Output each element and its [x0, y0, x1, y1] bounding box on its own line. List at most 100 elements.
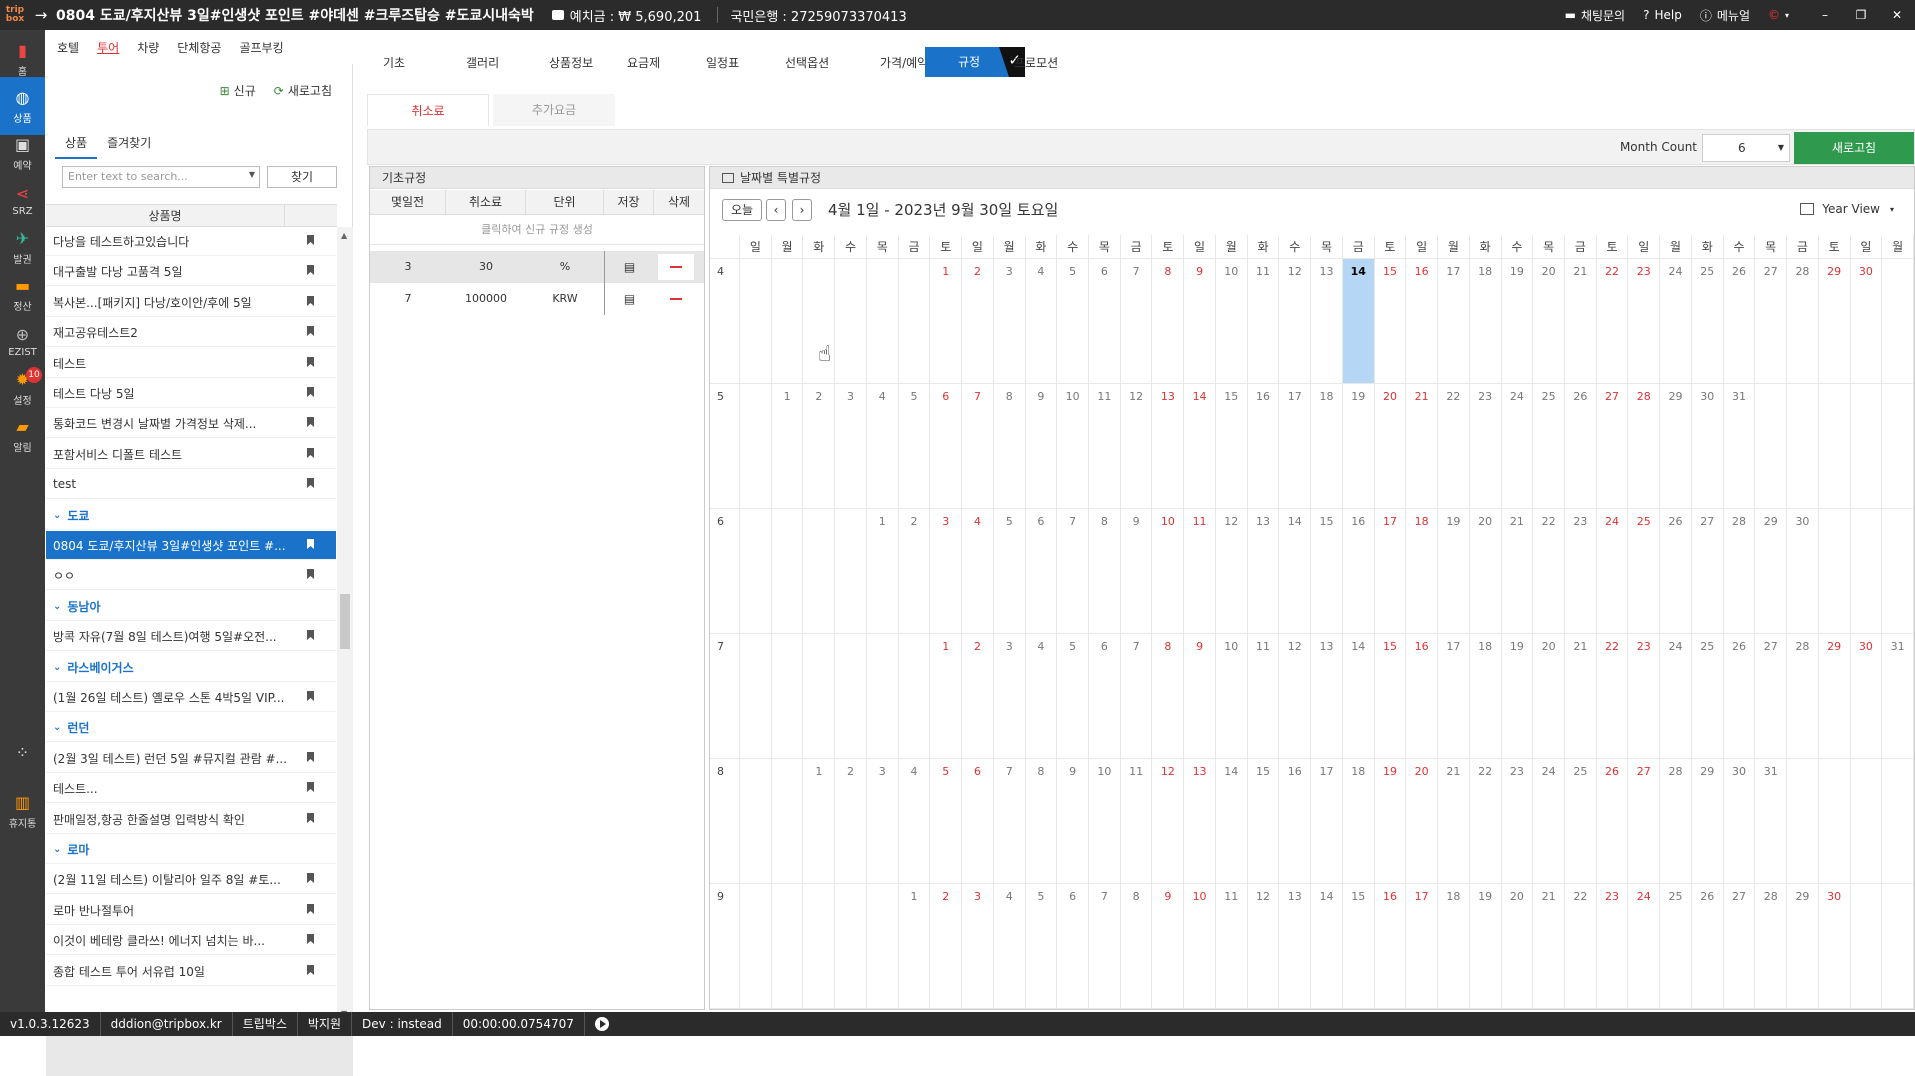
calendar-day[interactable]: 22: [1596, 634, 1629, 759]
delete-icon[interactable]: [670, 266, 682, 268]
calendar-day[interactable]: 28: [1723, 509, 1756, 634]
calendar-day[interactable]: 2: [962, 634, 994, 759]
calendar-day[interactable]: 13: [1279, 884, 1312, 1009]
calendar-day[interactable]: 26: [1723, 634, 1756, 759]
calendar-day[interactable]: 25: [1533, 384, 1565, 509]
list-item[interactable]: 포함서비스 디폴트 테스트: [46, 440, 336, 469]
calendar-day[interactable]: 26: [1723, 259, 1756, 384]
arrow-right-icon[interactable]: →: [30, 6, 52, 24]
calendar-day[interactable]: 12: [1120, 384, 1153, 509]
calendar-day[interactable]: 31: [1755, 759, 1788, 884]
calendar-day[interactable]: 8: [1120, 884, 1153, 1009]
calendar-day[interactable]: 2: [898, 509, 931, 634]
calendar-day[interactable]: 23: [1628, 634, 1661, 759]
calendar-day[interactable]: 22: [1564, 884, 1597, 1009]
calendar-day[interactable]: 17: [1374, 509, 1407, 634]
calendar-day[interactable]: 7: [1089, 884, 1121, 1009]
tab-products[interactable]: 상품: [55, 128, 98, 159]
calendar-day[interactable]: 5: [1057, 259, 1090, 384]
restore-button[interactable]: ❐: [1843, 8, 1879, 22]
bookmark-icon[interactable]: [307, 235, 314, 245]
calendar-day[interactable]: 23: [1564, 509, 1597, 634]
calendar-day[interactable]: 14: [1311, 884, 1343, 1009]
calendar-day[interactable]: 11: [1184, 509, 1216, 634]
nav-tab-2[interactable]: 상품정보: [549, 54, 593, 71]
calendar-day[interactable]: 4: [1025, 634, 1058, 759]
rule-row[interactable]: 7 100000 KRW ▤: [370, 283, 704, 315]
calendar-day[interactable]: 19: [1501, 259, 1534, 384]
calendar-day[interactable]: 8: [1152, 259, 1185, 384]
calendar-day[interactable]: 18: [1469, 634, 1502, 759]
list-item[interactable]: ㅇㅇ: [46, 561, 336, 590]
calendar-day[interactable]: 16: [1279, 759, 1312, 884]
rule-row[interactable]: 3 30 % ▤: [370, 251, 704, 283]
calendar-day[interactable]: 13: [1311, 634, 1343, 759]
calendar-day[interactable]: 7: [1120, 634, 1153, 759]
calendar-day[interactable]: 21: [1564, 259, 1597, 384]
list-item[interactable]: 0804 도쿄/후지산뷰 3일#인생샷 포인트 #...: [46, 531, 336, 560]
calendar-day[interactable]: 7: [962, 384, 994, 509]
list-item[interactable]: 방콕 자유(7월 8일 테스트)여행 5일#오전...: [46, 622, 336, 651]
calendar-day[interactable]: 2: [930, 884, 963, 1009]
nav-tab-0[interactable]: 기초: [383, 54, 405, 71]
calendar-day[interactable]: 25: [1691, 634, 1724, 759]
tripbox-logo[interactable]: trip box: [0, 0, 30, 30]
calendar-day[interactable]: 22: [1438, 384, 1470, 509]
calendar-day[interactable]: 2: [962, 259, 994, 384]
calendar-day[interactable]: 11: [1247, 634, 1280, 759]
calendar-day[interactable]: 30: [1850, 634, 1883, 759]
save-icon[interactable]: ▤: [604, 251, 654, 283]
scroll-thumb[interactable]: [340, 594, 350, 649]
calendar-day[interactable]: 15: [1215, 384, 1248, 509]
calendar-day[interactable]: 19: [1469, 884, 1502, 1009]
calendar-day[interactable]: 11: [1247, 259, 1280, 384]
calendar-day[interactable]: 31: [1723, 384, 1756, 509]
nav-tab-8[interactable]: 규정: [925, 47, 1013, 77]
calendar-day[interactable]: 24: [1660, 259, 1692, 384]
calendar-day[interactable]: 30: [1818, 884, 1851, 1009]
help-button[interactable]: ? Help: [1643, 8, 1682, 22]
calendar-day[interactable]: 23: [1469, 384, 1502, 509]
prev-button[interactable]: ‹: [766, 199, 786, 221]
calendar-day[interactable]: 22: [1469, 759, 1502, 884]
close-button[interactable]: ✕: [1879, 8, 1915, 22]
list-item[interactable]: 테스트 다낭 5일: [46, 379, 336, 408]
group-header[interactable]: ⌄ 로마: [46, 835, 336, 864]
calendar-day[interactable]: 28: [1787, 259, 1819, 384]
bookmark-icon[interactable]: [307, 478, 314, 488]
calendar-day[interactable]: 12: [1247, 884, 1280, 1009]
tab-favorites[interactable]: 즐겨찾기: [97, 128, 161, 159]
calendar-day[interactable]: 18: [1406, 509, 1439, 634]
calendar-day[interactable]: 5: [898, 384, 931, 509]
list-item[interactable]: 재고공유테스트2: [46, 318, 336, 347]
calendar-day[interactable]: 31: [1882, 634, 1914, 759]
delete-icon[interactable]: [670, 298, 682, 300]
calendar-day[interactable]: 24: [1501, 384, 1534, 509]
calendar-day[interactable]: 17: [1279, 384, 1312, 509]
calendar-day[interactable]: 24: [1533, 759, 1565, 884]
calendar-day[interactable]: 15: [1374, 259, 1407, 384]
calendar-day[interactable]: 2: [835, 759, 867, 884]
calendar-day[interactable]: 28: [1787, 634, 1819, 759]
group-header[interactable]: ⌄ 동남아: [46, 592, 336, 621]
bookmark-icon[interactable]: [307, 691, 314, 701]
calendar-day[interactable]: 6: [930, 384, 963, 509]
calendar-day[interactable]: 14: [1342, 259, 1375, 384]
calendar-day[interactable]: 6: [1089, 259, 1121, 384]
calendar-day[interactable]: 16: [1406, 634, 1439, 759]
calendar-day[interactable]: 29: [1818, 259, 1851, 384]
scroll-up-icon[interactable]: ▲: [341, 231, 347, 240]
bookmark-icon[interactable]: [307, 569, 314, 579]
calendar-day[interactable]: 1: [866, 509, 899, 634]
calendar-day[interactable]: 19: [1342, 384, 1375, 509]
calendar-day[interactable]: 27: [1755, 634, 1788, 759]
calendar-day[interactable]: 6: [1025, 509, 1058, 634]
group-header[interactable]: ⌄ 도쿄: [46, 501, 336, 530]
list-item[interactable]: (2월 3일 테스트) 런던 5일 #뮤지컬 관람 #...: [46, 744, 336, 773]
rail-item-휴지통[interactable]: ▥ 휴지통: [0, 782, 45, 840]
calendar-day[interactable]: 20: [1374, 384, 1407, 509]
calendar-day[interactable]: 3: [962, 884, 994, 1009]
calendar-day[interactable]: 21: [1438, 759, 1470, 884]
calendar-day[interactable]: 12: [1279, 259, 1312, 384]
refresh-list-button[interactable]: ⟳ 새로고침: [274, 82, 332, 99]
